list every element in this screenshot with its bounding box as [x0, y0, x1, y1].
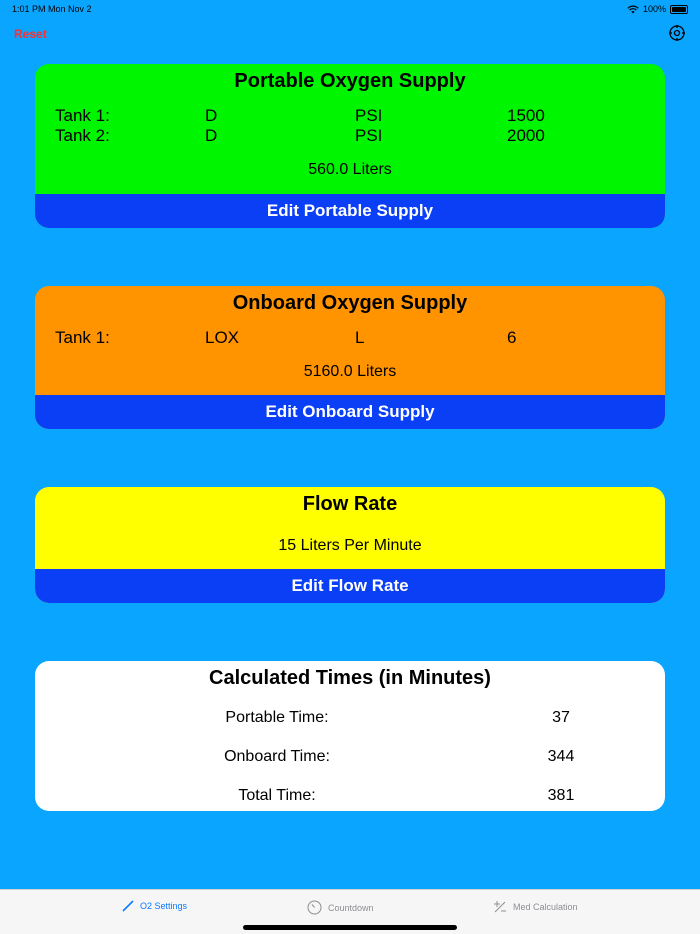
onboard-supply-card: Onboard Oxygen Supply Tank 1: LOX L 6 51… [35, 286, 665, 429]
calc-label: Portable Time: [225, 709, 329, 726]
flow-rate-value: 15 Liters Per Minute [278, 537, 422, 554]
edit-portable-supply-button[interactable]: Edit Portable Supply [35, 194, 665, 228]
tank-value: 6 [507, 328, 517, 347]
edit-onboard-supply-button[interactable]: Edit Onboard Supply [35, 395, 665, 429]
flow-rate-title: Flow Rate [302, 493, 398, 515]
tab-label: Med Calculation [513, 902, 578, 912]
calc-label: Total Time: [238, 787, 316, 804]
status-indicators: 100% [627, 4, 688, 14]
onboard-tank-row: Tank 1: LOX L 6 [35, 328, 665, 348]
tab-label: O2 Settings [140, 901, 188, 911]
portable-tank-row: Tank 1: D PSI 1500 [35, 106, 665, 126]
edit-flow-rate-button[interactable]: Edit Flow Rate [35, 569, 665, 603]
tank-unit: PSI [355, 106, 383, 125]
calculated-times-card: Calculated Times (in Minutes) Portable T… [35, 661, 665, 811]
tank-unit: PSI [355, 126, 383, 145]
pencil-icon [122, 900, 134, 912]
plus-minus-icon [494, 901, 506, 913]
gear-icon[interactable] [668, 24, 686, 42]
timer-icon [307, 900, 322, 915]
reset-button[interactable]: Reset [14, 27, 47, 41]
status-time: 1:01 PM [12, 4, 46, 14]
tank-size: D [205, 126, 218, 145]
calc-label: Onboard Time: [224, 748, 330, 765]
tank-value: 1500 [507, 106, 545, 125]
tank-unit: L [355, 328, 365, 347]
tab-med-calculation[interactable]: Med Calculation [493, 900, 578, 914]
flow-rate-card: Flow Rate 15 Liters Per Minute Edit Flow… [35, 487, 665, 603]
status-date: Mon Nov 2 [48, 4, 92, 14]
tank-value: 2000 [507, 126, 545, 145]
calc-value: 344 [547, 748, 575, 765]
tank-size: LOX [205, 328, 240, 347]
portable-supply-title: Portable Oxygen Supply [234, 70, 466, 92]
status-bar: 1:01 PM Mon Nov 2 100% [0, 0, 700, 18]
battery-icon [670, 4, 688, 14]
calc-value: 381 [547, 787, 575, 804]
nav-bar: Reset [0, 18, 700, 51]
calculated-times-title: Calculated Times (in Minutes) [209, 667, 491, 689]
tab-label: Countdown [328, 902, 374, 913]
tank-label: Tank 1: [55, 328, 110, 347]
home-indicator [243, 925, 457, 930]
portable-total: 560.0 Liters [308, 161, 392, 178]
onboard-supply-title: Onboard Oxygen Supply [232, 292, 468, 314]
tank-size: D [205, 106, 218, 125]
portable-tank-row: Tank 2: D PSI 2000 [35, 126, 665, 146]
calc-value: 37 [552, 709, 570, 726]
tab-o2-settings[interactable]: O2 Settings [122, 900, 187, 912]
portable-supply-card: Portable Oxygen Supply Tank 1: D PSI 150… [35, 64, 665, 228]
tank-label: Tank 2: [55, 126, 110, 145]
wifi-icon [627, 5, 639, 13]
onboard-total: 5160.0 Liters [303, 363, 397, 380]
tab-countdown[interactable]: Countdown [307, 900, 374, 915]
battery-percent: 100% [642, 4, 666, 14]
tank-label: Tank 1: [55, 106, 110, 125]
